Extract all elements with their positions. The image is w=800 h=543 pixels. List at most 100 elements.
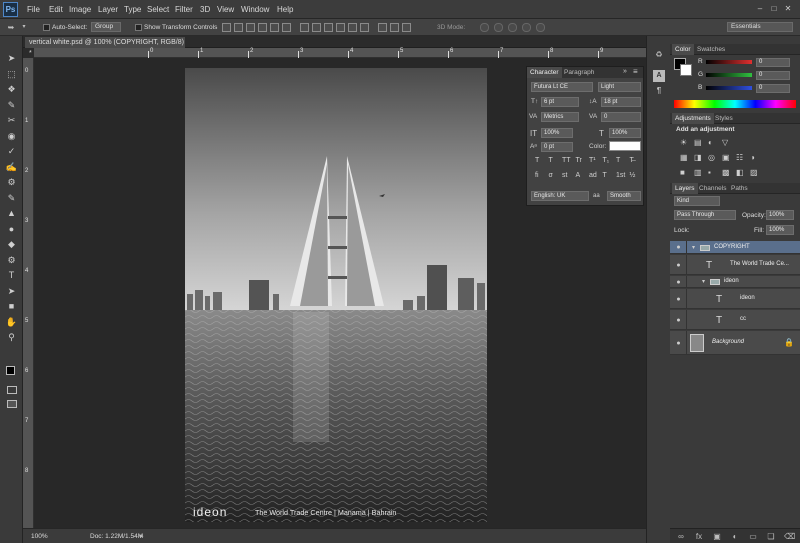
3d-tool-icon[interactable] (494, 23, 503, 32)
brush-tool-icon[interactable]: ✍ (5, 161, 18, 174)
type-style-button[interactable]: ad (589, 172, 597, 179)
align-distribute-icon[interactable] (312, 23, 321, 32)
adjustment-icon[interactable]: ▽ (722, 138, 728, 147)
gradient-tool-icon[interactable]: ● (5, 223, 18, 236)
menu-edit[interactable]: Edit (49, 5, 63, 14)
tab-layers[interactable]: Layers (672, 183, 698, 194)
tab-styles[interactable]: Styles (712, 113, 736, 124)
adjustment-icon[interactable]: ◧ (736, 168, 744, 177)
panel-menu-icon[interactable]: ≡ (633, 67, 638, 76)
quick-select-tool-icon[interactable]: ✎ (5, 99, 18, 112)
character-panel-icon[interactable]: A (653, 70, 665, 82)
tab-color[interactable]: Color (672, 44, 694, 55)
channel-value-field[interactable]: 0 (756, 58, 790, 67)
align-distribute-icon[interactable] (348, 23, 357, 32)
collapse-icon[interactable]: » (623, 68, 627, 75)
tab-swatches[interactable]: Swatches (694, 44, 728, 55)
type-style-button[interactable]: fi (535, 172, 539, 179)
workspace-dropdown[interactable]: Essentials (727, 22, 793, 32)
3d-tool-icon[interactable] (508, 23, 517, 32)
hand-tool-icon[interactable]: ✋ (5, 316, 18, 329)
type-tool-icon[interactable]: T (5, 269, 18, 282)
document-image[interactable]: ideon The World Trade Centre | Manama | … (185, 68, 487, 522)
foreground-color-swatch[interactable] (6, 366, 15, 375)
shape-tool-icon[interactable]: ■ (5, 300, 18, 313)
adjustment-icon[interactable]: ◎ (708, 153, 715, 162)
type-style-button[interactable]: T (616, 157, 620, 164)
tab-channels[interactable]: Channels (696, 183, 729, 194)
fill-field[interactable]: 100% (766, 225, 794, 235)
type-style-button[interactable]: T (549, 157, 553, 164)
menu-image[interactable]: Image (69, 5, 91, 14)
auto-select-checkbox[interactable] (43, 24, 50, 31)
align-distribute-icon[interactable] (378, 23, 387, 32)
adjustment-icon[interactable]: ◑ (750, 153, 755, 162)
new-layer-icon[interactable]: ❏ (766, 532, 776, 541)
font-family-select[interactable]: Futura Lt CE (531, 82, 593, 92)
healing-brush-tool-icon[interactable]: ✓ (5, 145, 18, 158)
text-color-swatch[interactable] (609, 141, 641, 151)
align-distribute-icon[interactable] (222, 23, 231, 32)
align-distribute-icon[interactable] (390, 23, 399, 32)
doc-size[interactable]: Doc: 1.22M/1.54M (90, 533, 143, 540)
type-style-button[interactable]: σ (549, 172, 553, 179)
type-style-button[interactable]: T (603, 172, 607, 179)
type-style-button[interactable]: A (576, 172, 581, 179)
eraser-tool-icon[interactable]: ▲ (5, 207, 18, 220)
adjustment-icon[interactable]: ☀ (680, 138, 687, 147)
path-selection-tool-icon[interactable]: ➤ (5, 285, 18, 298)
adjustment-icon[interactable]: ▨ (750, 168, 758, 177)
tab-paragraph[interactable]: Paragraph (561, 67, 597, 78)
chevron-down-icon[interactable]: ▾ (702, 278, 705, 285)
eyedropper-tool-icon[interactable]: ◉ (5, 130, 18, 143)
history-brush-tool-icon[interactable]: ✎ (5, 192, 18, 205)
align-distribute-icon[interactable] (246, 23, 255, 32)
channel-value-field[interactable]: 0 (756, 84, 790, 93)
paragraph-panel-icon[interactable]: ¶ (653, 86, 665, 95)
zoom-tool-icon[interactable]: ⚲ (5, 331, 18, 344)
transform-controls-checkbox[interactable] (135, 24, 142, 31)
eye-icon[interactable]: ● (674, 317, 683, 324)
eye-icon[interactable]: ● (674, 279, 683, 286)
color-spectrum[interactable] (674, 100, 796, 108)
layer-row[interactable]: ● ▾ COPYRIGHT (670, 241, 800, 254)
layer-row[interactable]: ● ▾ ideon (670, 276, 800, 288)
eye-icon[interactable]: ● (674, 262, 683, 269)
background-color-swatch[interactable] (680, 64, 692, 76)
type-style-button[interactable]: T¹ (589, 157, 596, 164)
blur-tool-icon[interactable]: ◆ (5, 238, 18, 251)
align-distribute-icon[interactable] (402, 23, 411, 32)
align-distribute-icon[interactable] (360, 23, 369, 32)
trash-icon[interactable]: ⌫ (784, 532, 795, 541)
fx-icon[interactable]: fx (694, 532, 704, 541)
align-distribute-icon[interactable] (270, 23, 279, 32)
type-style-button[interactable]: 1st (616, 172, 625, 179)
marquee-tool-icon[interactable]: ⬚ (5, 68, 18, 81)
status-arrow-icon[interactable]: ▸ (140, 532, 144, 540)
eye-icon[interactable]: ● (674, 244, 683, 251)
font-size-field[interactable]: 6 pt (541, 97, 579, 107)
font-style-select[interactable]: Light (598, 82, 641, 92)
menu-3d[interactable]: 3D (200, 5, 210, 14)
clone-stamp-tool-icon[interactable]: ⚙ (5, 176, 18, 189)
adjustment-icon[interactable]: ▩ (722, 168, 730, 177)
eye-icon[interactable]: ● (674, 296, 683, 303)
menu-filter[interactable]: Filter (175, 5, 193, 14)
menu-file[interactable]: File (27, 5, 40, 14)
auto-select-dropdown[interactable]: Group (91, 22, 121, 32)
mask-icon[interactable]: ▣ (712, 532, 722, 541)
channel-slider[interactable] (706, 73, 752, 77)
channel-slider[interactable] (706, 60, 752, 64)
tracking-field[interactable]: 0 (601, 112, 641, 122)
new-group-icon[interactable]: ▭ (748, 532, 758, 541)
align-distribute-icon[interactable] (258, 23, 267, 32)
adjustment-icon[interactable]: ▤ (694, 138, 702, 147)
type-style-button[interactable]: st (562, 172, 567, 179)
layer-row[interactable]: ● T The World Trade Ce... (670, 255, 800, 275)
link-icon[interactable]: ∞ (676, 532, 686, 541)
layer-row[interactable]: ● Tideon (670, 289, 800, 309)
adjustment-layer-icon[interactable]: ◐ (730, 532, 740, 541)
move-tool-icon[interactable]: ➤ (5, 52, 18, 65)
screen-mode-icon[interactable] (7, 400, 17, 408)
adjustment-icon[interactable]: ◨ (694, 153, 702, 162)
